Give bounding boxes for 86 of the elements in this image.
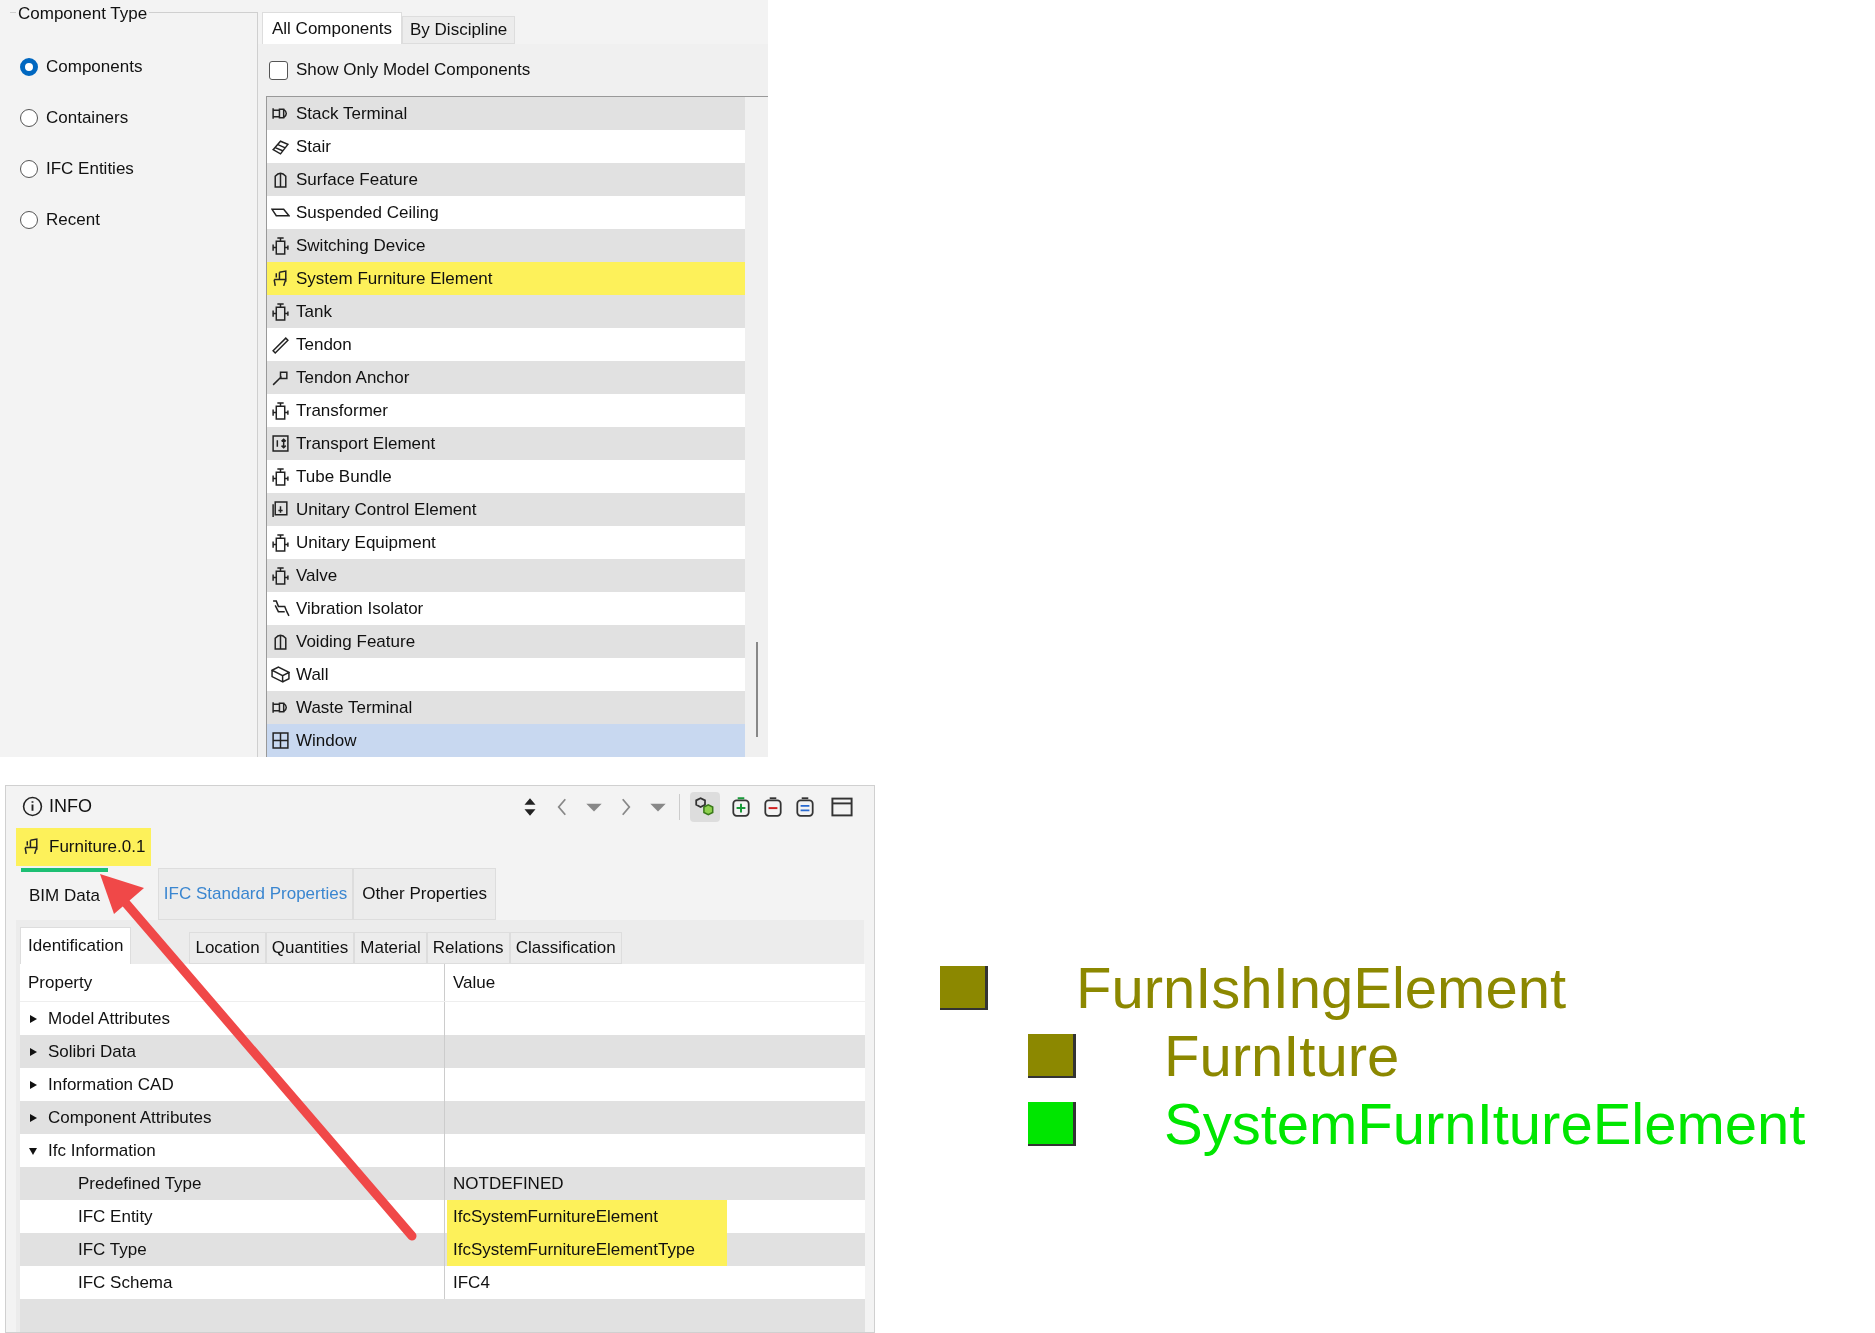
- list-item[interactable]: Voiding Feature: [267, 625, 745, 658]
- valve-icon: [271, 401, 290, 420]
- tab[interactable]: All Components: [262, 12, 402, 44]
- tab[interactable]: Classification: [509, 932, 622, 964]
- property-value: IFC4: [452, 1271, 491, 1294]
- rod-icon: [271, 335, 290, 354]
- list-item[interactable]: Wall: [267, 658, 745, 691]
- tab[interactable]: Relations: [426, 932, 510, 964]
- radio-label[interactable]: IFC Entities: [46, 155, 134, 182]
- property-name: IFC Type: [78, 1238, 147, 1261]
- property-name: IFC Entity: [78, 1205, 153, 1228]
- radio-label[interactable]: Components: [46, 53, 143, 80]
- group-label[interactable]: Component Attributes: [48, 1104, 212, 1131]
- radio-label[interactable]: Recent: [46, 206, 100, 233]
- selected-object: Furniture.0.1: [16, 827, 152, 866]
- list-item[interactable]: Unitary Equipment: [267, 526, 745, 559]
- tab[interactable]: Quantities: [265, 932, 355, 964]
- group-label[interactable]: Information CAD: [48, 1071, 174, 1098]
- list-item[interactable]: Transformer: [267, 394, 745, 427]
- checkbox-label[interactable]: Show Only Model Components: [296, 57, 531, 83]
- cubes-icon[interactable]: [690, 791, 720, 822]
- remove-icon[interactable]: [762, 795, 784, 818]
- tab[interactable]: Location: [189, 932, 266, 964]
- radio-button[interactable]: [20, 159, 38, 178]
- list-item[interactable]: Tendon: [267, 328, 745, 361]
- checkbox[interactable]: [269, 60, 288, 80]
- chair-icon: [22, 837, 41, 857]
- radio-label[interactable]: Containers: [46, 104, 129, 131]
- expand-arrow-icon[interactable]: [28, 1079, 38, 1090]
- scrollbar[interactable]: [755, 642, 758, 737]
- valve-icon: [271, 566, 290, 585]
- stair-icon: [271, 137, 290, 156]
- expand-arrow-icon[interactable]: [28, 1112, 38, 1123]
- list-item[interactable]: Unitary Control Element: [267, 493, 745, 526]
- property-name: Predefined Type: [78, 1172, 202, 1195]
- column-header[interactable]: Value: [445, 964, 865, 1001]
- column-header[interactable]: Property: [20, 964, 445, 1001]
- property-value: IfcSystemFurnitureElementType: [447, 1233, 727, 1266]
- tab[interactable]: Identification: [20, 927, 132, 964]
- elevator-icon: [271, 434, 290, 453]
- control-icon: [271, 500, 290, 519]
- valve-icon: [271, 533, 290, 552]
- class-label: FurnIture: [1164, 1027, 1400, 1085]
- radio-button[interactable]: [20, 108, 38, 127]
- list-item[interactable]: Valve: [267, 559, 745, 592]
- collapse-arrow-icon[interactable]: [28, 1145, 38, 1156]
- group-label[interactable]: Model Attributes: [48, 1005, 170, 1032]
- spring-icon: [271, 599, 290, 618]
- group-label[interactable]: Ifc Information: [48, 1137, 156, 1164]
- list-item[interactable]: Tank: [267, 295, 745, 328]
- list-item[interactable]: Tube Bundle: [267, 460, 745, 493]
- anchor-icon: [271, 368, 290, 387]
- equals-icon[interactable]: [794, 795, 816, 818]
- list-item[interactable]: Waste Terminal: [267, 691, 745, 724]
- expand-arrow-icon[interactable]: [28, 1046, 38, 1057]
- window-icon: [271, 731, 290, 750]
- radio-button[interactable]: [20, 57, 38, 76]
- list-item[interactable]: Suspended Ceiling: [267, 196, 745, 229]
- list-item[interactable]: Switching Device: [267, 229, 745, 262]
- tab[interactable]: Material: [354, 932, 427, 964]
- list-item[interactable]: Window: [267, 724, 745, 757]
- tab[interactable]: By Discipline: [402, 16, 516, 44]
- panel-title: INFO: [49, 795, 92, 819]
- radio-button[interactable]: [20, 210, 38, 229]
- property-value: IfcSystemFurnitureElement: [447, 1200, 727, 1233]
- list-item[interactable]: Transport Element: [267, 427, 745, 460]
- info-icon: [22, 796, 43, 818]
- valve-icon: [271, 302, 290, 321]
- property-name: IFC Schema: [78, 1271, 173, 1294]
- property-value: NOTDEFINED: [452, 1172, 565, 1195]
- add-icon[interactable]: [730, 795, 752, 818]
- tab[interactable]: Other Properties: [353, 868, 496, 920]
- list-item[interactable]: Stack Terminal: [267, 97, 745, 130]
- list-item[interactable]: Tendon Anchor: [267, 361, 745, 394]
- chair-icon: [271, 269, 290, 288]
- door-icon: [271, 632, 290, 651]
- door-icon: [271, 170, 290, 189]
- list-item[interactable]: Vibration Isolator: [267, 592, 745, 625]
- list-item[interactable]: Surface Feature: [267, 163, 745, 196]
- valve-icon: [271, 467, 290, 486]
- expand-arrow-icon[interactable]: [28, 1013, 38, 1024]
- list-item[interactable]: Stair: [267, 130, 745, 163]
- group-label[interactable]: Solibri Data: [48, 1038, 136, 1065]
- list-item[interactable]: System Furniture Element: [267, 262, 745, 295]
- valve-icon: [271, 236, 290, 255]
- wall-icon: [271, 665, 290, 684]
